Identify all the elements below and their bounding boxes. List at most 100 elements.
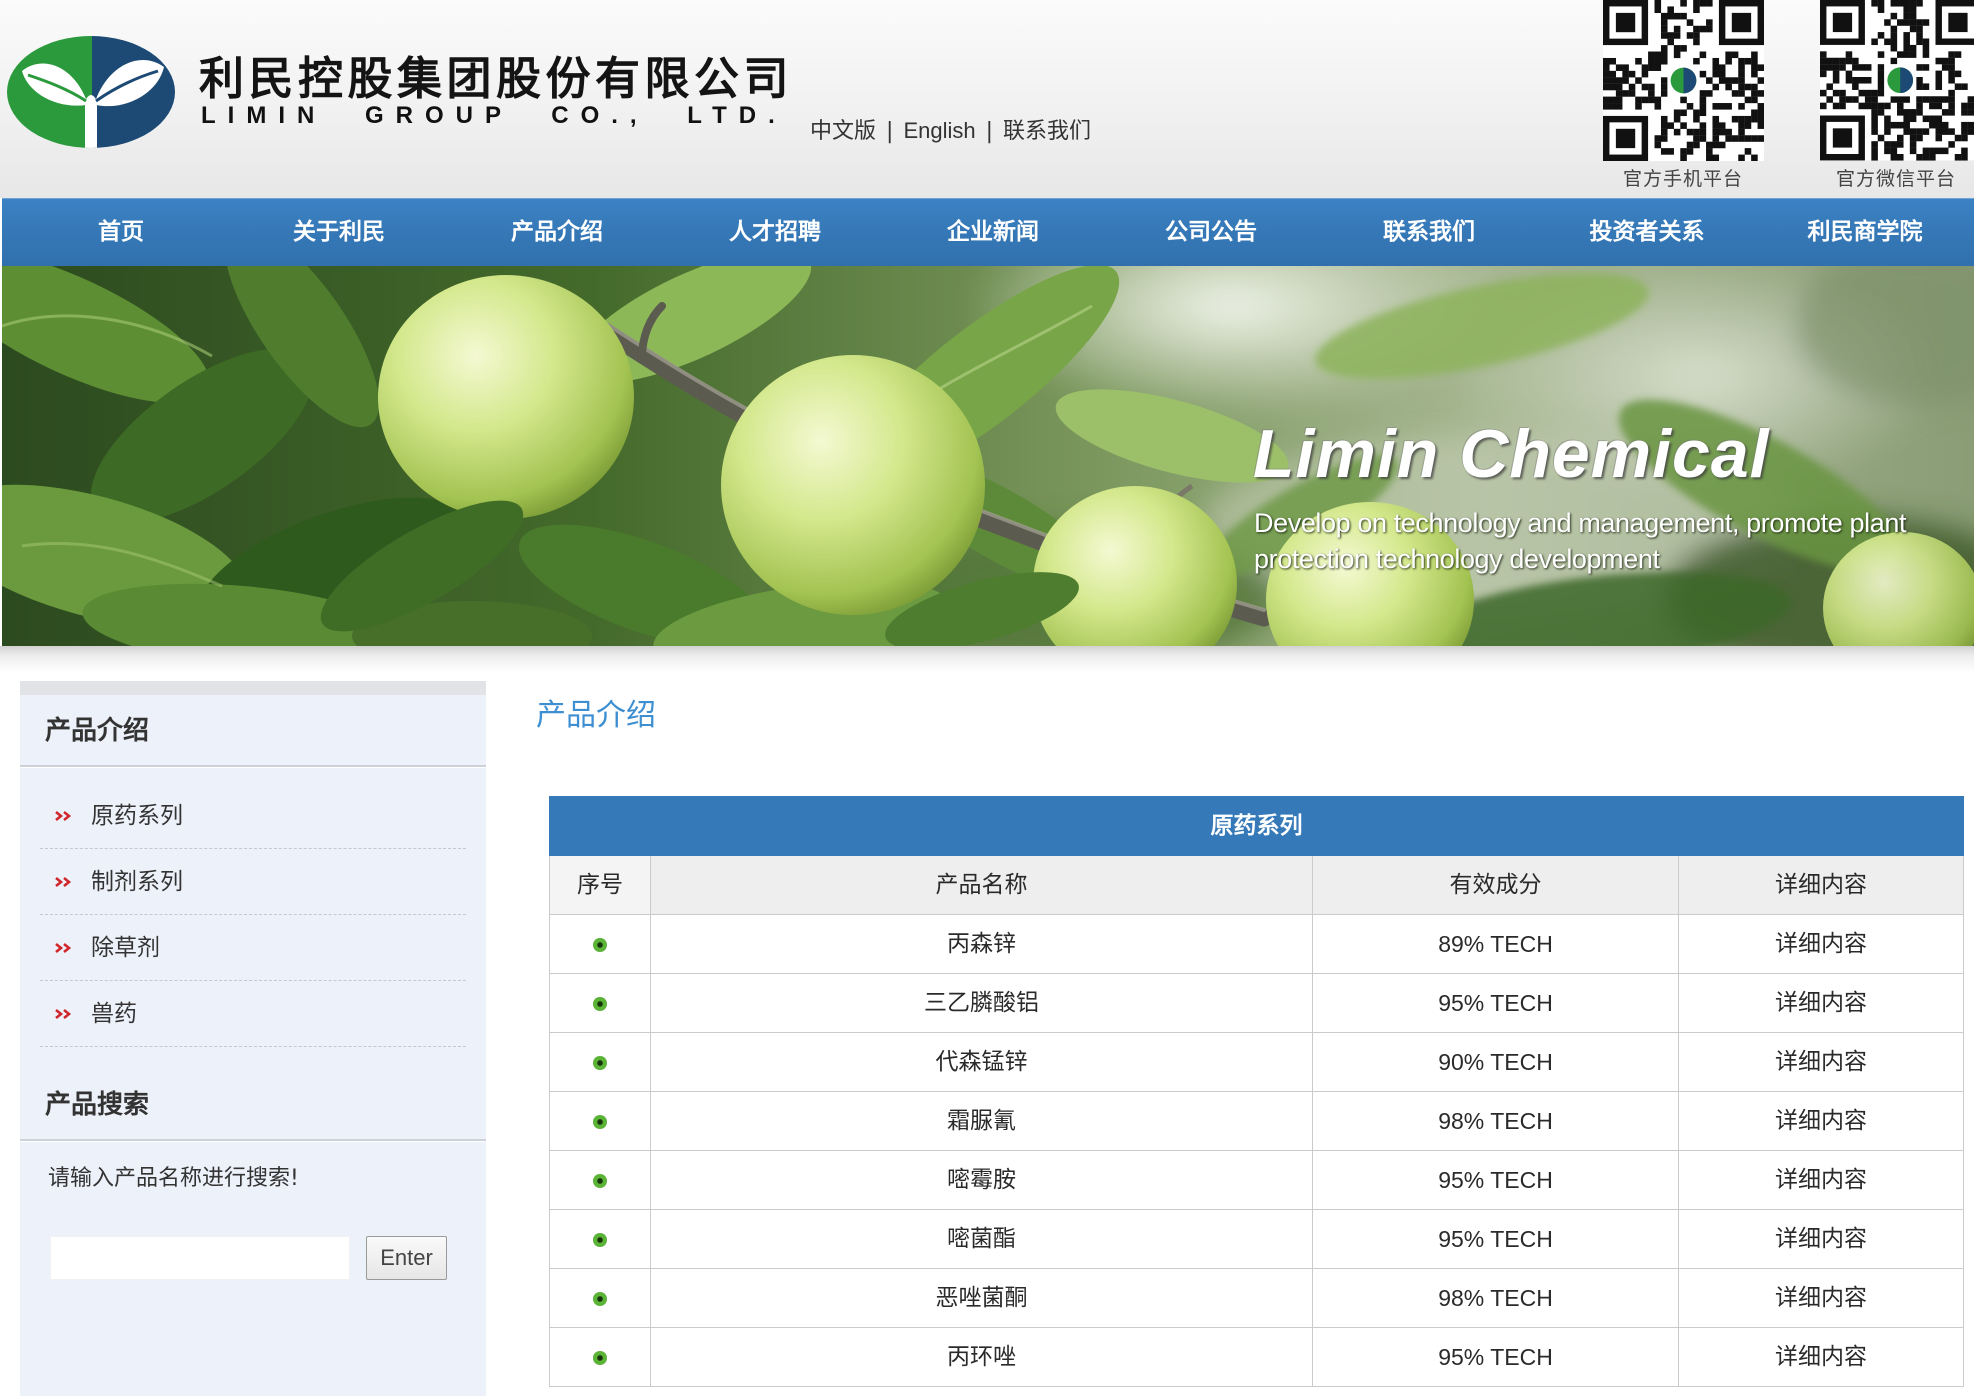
nav-news[interactable]: 企业新闻	[884, 199, 1102, 266]
product-name[interactable]: 嘧菌酯	[650, 1209, 1313, 1269]
double-chevron-right-icon	[55, 810, 72, 821]
sidebar-item-veterinary[interactable]: 兽药	[40, 981, 466, 1046]
lang-english-link[interactable]: English	[903, 118, 975, 143]
row-marker-cell	[549, 1268, 651, 1328]
active-ingredient: 95% TECH	[1312, 1209, 1679, 1269]
table-row: 嘧菌酯 95% TECH 详细内容	[549, 1209, 1964, 1269]
product-name[interactable]: 三乙膦酸铝	[650, 973, 1313, 1033]
banner-subtitle-line-2: protection technology development	[1254, 544, 1660, 574]
sidebar-item-technical[interactable]: 原药系列	[40, 783, 466, 848]
search-hint: 请输入产品名称进行搜索!	[48, 1166, 299, 1191]
contact-us-link[interactable]: 联系我们	[1003, 119, 1091, 144]
product-name[interactable]: 丙森锌	[650, 914, 1313, 974]
detail-link[interactable]: 详细内容	[1775, 931, 1867, 957]
active-ingredient: 98% TECH	[1312, 1268, 1679, 1328]
column-header-ingredient: 有效成分	[1312, 855, 1679, 915]
table-row: 丙环唑 95% TECH 详细内容	[549, 1327, 1964, 1387]
detail-cell: 详细内容	[1678, 1268, 1964, 1328]
table-row: 嘧霉胺 95% TECH 详细内容	[549, 1150, 1964, 1210]
nav-products[interactable]: 产品介绍	[448, 199, 666, 266]
detail-link[interactable]: 详细内容	[1775, 1226, 1867, 1252]
green-dot-icon	[593, 1350, 607, 1365]
product-category-list: 原药系列 制剂系列 除草剂 兽药	[20, 767, 486, 1047]
nav-contact[interactable]: 联系我们	[1320, 199, 1538, 266]
product-name[interactable]: 恶唑菌酮	[650, 1268, 1313, 1328]
list-item: 制剂系列	[40, 849, 466, 915]
row-marker-cell	[549, 1150, 651, 1210]
detail-link[interactable]: 详细内容	[1775, 1049, 1867, 1075]
nav-announcements[interactable]: 公司公告	[1102, 199, 1320, 266]
nav-careers[interactable]: 人才招聘	[666, 199, 884, 266]
active-ingredient: 95% TECH	[1312, 1150, 1679, 1210]
nav-about[interactable]: 关于利民	[230, 199, 448, 266]
lang-chinese-link[interactable]: 中文版	[810, 119, 876, 144]
lang-separator: |	[985, 119, 994, 144]
detail-cell: 详细内容	[1678, 1150, 1964, 1210]
sidebar-item-label: 制剂系列	[91, 868, 183, 895]
nav-home[interactable]: 首页	[12, 199, 230, 266]
detail-cell: 详细内容	[1678, 914, 1964, 974]
active-ingredient: 95% TECH	[1312, 1327, 1679, 1387]
row-marker-cell	[549, 973, 651, 1033]
detail-link[interactable]: 详细内容	[1775, 1285, 1867, 1311]
list-item: 除草剂	[40, 915, 466, 981]
detail-cell: 详细内容	[1678, 1091, 1964, 1151]
qr-wechat-label: 官方微信平台	[1836, 168, 1957, 190]
row-marker-cell	[549, 1032, 651, 1092]
green-dot-icon	[593, 1114, 607, 1129]
product-name[interactable]: 代森锰锌	[650, 1032, 1313, 1092]
search-form: Enter	[20, 1236, 486, 1280]
detail-cell: 详细内容	[1678, 1209, 1964, 1269]
sidebar-item-label: 原药系列	[91, 802, 183, 829]
active-ingredient: 95% TECH	[1312, 973, 1679, 1033]
product-name[interactable]: 丙环唑	[650, 1327, 1313, 1387]
sidebar-search-title: 产品搜索	[20, 1069, 486, 1141]
sidebar-top-band	[20, 681, 486, 695]
qr-code-icon	[1820, 0, 1974, 161]
table-header-row: 序号 产品名称 有效成分 详细内容	[549, 855, 1964, 915]
nav-business-school[interactable]: 利民商学院	[1756, 199, 1974, 266]
product-name[interactable]: 嘧霉胺	[650, 1150, 1313, 1210]
detail-link[interactable]: 详细内容	[1775, 1108, 1867, 1134]
qr-mobile-block: 官方手机平台	[1601, 0, 1765, 191]
table-caption: 原药系列	[549, 796, 1964, 856]
qr-wechat-block: 官方微信平台	[1820, 0, 1974, 191]
green-dot-icon	[593, 996, 607, 1011]
limin-logo-icon[interactable]	[6, 35, 176, 149]
main-nav: 首页 关于利民 产品介绍 人才招聘 企业新闻 公司公告 联系我们 投资者关系 利…	[2, 198, 1974, 266]
page: 利民控股集团股份有限公司 LIMIN GROUP CO., LTD. 中文版 | E…	[0, 0, 1974, 1396]
detail-cell: 详细内容	[1678, 973, 1964, 1033]
active-ingredient: 98% TECH	[1312, 1091, 1679, 1151]
sidebar-item-herbicide[interactable]: 除草剂	[40, 915, 466, 980]
detail-link[interactable]: 详细内容	[1775, 1167, 1867, 1193]
double-chevron-right-icon	[55, 1008, 72, 1019]
column-header-index: 序号	[549, 855, 651, 915]
search-enter-button[interactable]: Enter	[366, 1236, 447, 1280]
table-row: 三乙膦酸铝 95% TECH 详细内容	[549, 973, 1964, 1033]
sidebar-item-label: 除草剂	[91, 934, 160, 961]
detail-link[interactable]: 详细内容	[1775, 990, 1867, 1016]
table-caption-row: 原药系列	[549, 796, 1964, 856]
qr-code-icon	[1603, 0, 1764, 161]
search-input[interactable]	[50, 1236, 350, 1280]
lang-separator: |	[886, 119, 894, 144]
company-name-cn: 利民控股集团股份有限公司	[199, 52, 794, 105]
language-links: 中文版 | English | 联系我们	[810, 118, 1091, 145]
product-name[interactable]: 霜脲氰	[650, 1091, 1313, 1151]
double-chevron-right-icon	[55, 876, 72, 887]
green-dot-icon	[593, 1055, 607, 1070]
table-row: 霜脲氰 98% TECH 详细内容	[549, 1091, 1964, 1151]
sidebar-item-formulation[interactable]: 制剂系列	[40, 849, 466, 914]
hero-banner: Limin Chemical Develop on technology and…	[2, 266, 1974, 646]
page-title: 产品介绍	[536, 698, 656, 733]
active-ingredient: 89% TECH	[1312, 914, 1679, 974]
green-dot-icon	[593, 1291, 607, 1306]
table-row: 丙森锌 89% TECH 详细内容	[549, 914, 1964, 974]
company-name-en: LIMIN GROUP CO., LTD.	[201, 102, 787, 129]
qr-mobile-label: 官方手机平台	[1622, 168, 1743, 190]
nav-investor-relations[interactable]: 投资者关系	[1538, 199, 1756, 266]
list-item: 兽药	[40, 981, 466, 1047]
detail-link[interactable]: 详细内容	[1775, 1344, 1867, 1370]
green-dot-icon	[593, 1232, 607, 1247]
column-header-name: 产品名称	[650, 855, 1313, 915]
